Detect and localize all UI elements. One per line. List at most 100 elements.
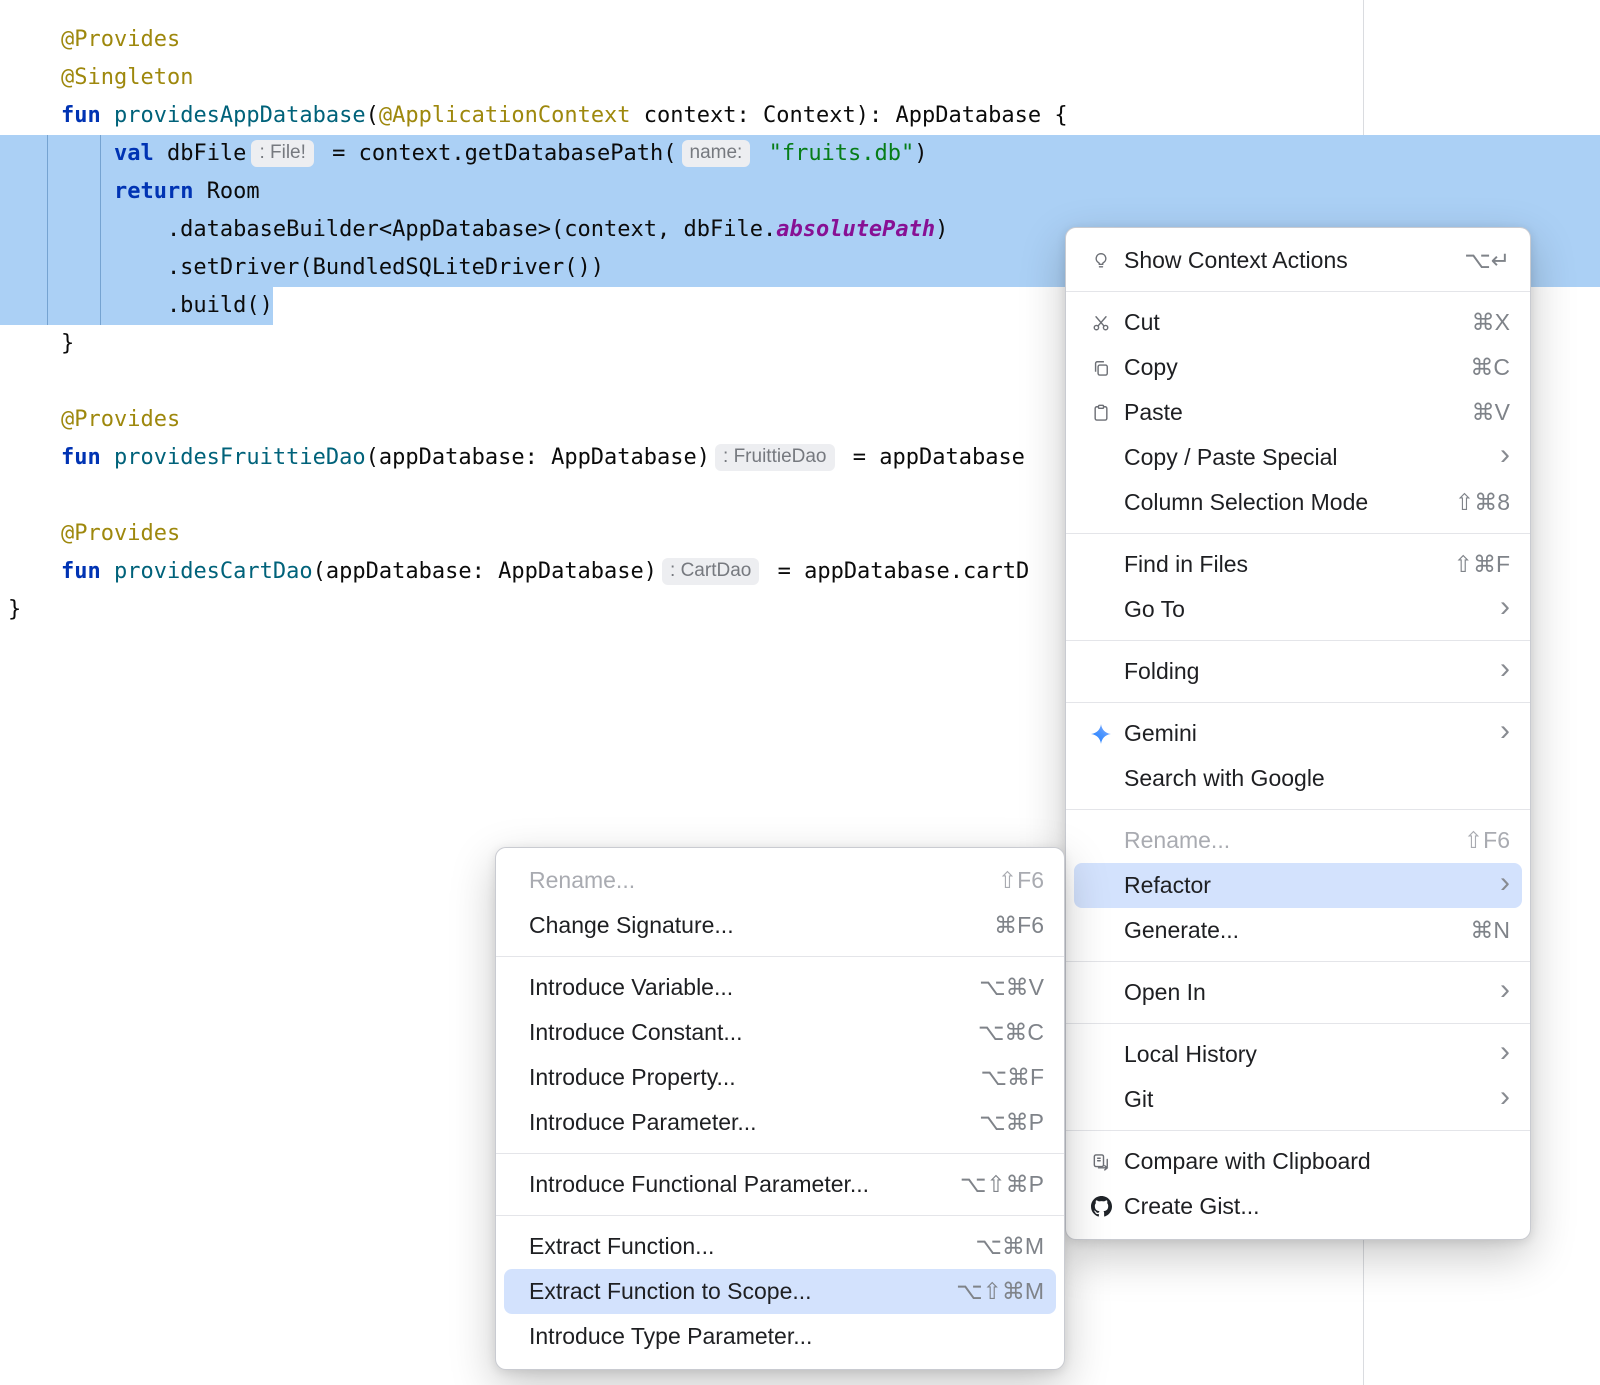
code-token: = appDatabase.cartD xyxy=(764,559,1029,584)
menu-item-paste[interactable]: Paste⌘V xyxy=(1074,390,1522,435)
menu-item-open-in[interactable]: Open In› xyxy=(1074,970,1522,1015)
code-token: ) xyxy=(935,217,948,242)
menu-item-label: Go To xyxy=(1124,596,1480,623)
code-line[interactable]: val dbFile: File! = context.getDatabaseP… xyxy=(0,135,1600,173)
icon-spacer xyxy=(1088,659,1114,685)
code-token: dbFile xyxy=(167,141,246,166)
code-line[interactable]: return Room xyxy=(0,173,1600,211)
menu-item-show-context-actions[interactable]: Show Context Actions ⌥↵ xyxy=(1074,238,1522,283)
menu-shortcut: ⇧F6 xyxy=(1464,827,1510,854)
menu-item-rename[interactable]: Rename...⇧F6 xyxy=(504,858,1056,903)
scissors-icon xyxy=(1088,310,1114,336)
menu-shortcut: ⌥⇧⌘P xyxy=(960,1171,1044,1198)
menu-shortcut: ⇧⌘8 xyxy=(1455,489,1510,516)
menu-shortcut: ⌥⌘C xyxy=(978,1019,1044,1046)
submenu-arrow-icon: › xyxy=(1500,1082,1510,1112)
submenu-arrow-icon: › xyxy=(1500,975,1510,1005)
inlay-hint-chip[interactable]: : CartDao xyxy=(662,558,759,585)
menu-item-refactor[interactable]: Refactor› xyxy=(1074,863,1522,908)
icon-spacer xyxy=(1088,980,1114,1006)
menu-item-search-with-google[interactable]: Search with Google xyxy=(1074,756,1522,801)
code-token: @Singleton xyxy=(61,65,193,90)
menu-item-folding[interactable]: Folding › xyxy=(1074,649,1522,694)
menu-item-label: Search with Google xyxy=(1124,765,1510,792)
menu-item-introduce-parameter[interactable]: Introduce Parameter... ⌥⌘P xyxy=(504,1100,1056,1145)
menu-item-label: Introduce Constant... xyxy=(529,1019,958,1046)
paste-icon xyxy=(1088,400,1114,426)
code-token xyxy=(8,27,61,52)
menu-item-local-history[interactable]: Local History› xyxy=(1074,1032,1522,1077)
code-line[interactable]: fun providesAppDatabase(@ApplicationCont… xyxy=(0,97,1600,135)
menu-item-gemini[interactable]: Gemini› xyxy=(1074,711,1522,756)
icon-spacer xyxy=(1088,490,1114,516)
menu-item-label: Rename... xyxy=(1124,827,1444,854)
code-token: @Provides xyxy=(61,521,180,546)
code-line-text: } xyxy=(8,597,21,622)
menu-item-change-signature[interactable]: Change Signature...⌘F6 xyxy=(504,903,1056,948)
menu-item-git[interactable]: Git› xyxy=(1074,1077,1522,1122)
menu-item-introduce-type-parameter[interactable]: Introduce Type Parameter... xyxy=(504,1314,1056,1359)
inlay-hint-chip[interactable]: : FruittieDao xyxy=(715,444,834,471)
menu-item-cut[interactable]: Cut ⌘X xyxy=(1074,300,1522,345)
code-line[interactable]: @Provides xyxy=(0,21,1600,59)
menu-item-label: Introduce Variable... xyxy=(529,974,959,1001)
menu-item-label: Introduce Parameter... xyxy=(529,1109,959,1136)
code-token: (appDatabase: AppDatabase) xyxy=(366,445,710,470)
menu-shortcut: ⌥⌘P xyxy=(979,1109,1044,1136)
menu-item-extract-function-to-scope[interactable]: Extract Function to Scope...⌥⇧⌘M xyxy=(504,1269,1056,1314)
menu-shortcut: ⌘N xyxy=(1470,917,1510,944)
icon-spacer xyxy=(1088,766,1114,792)
menu-item-label: Show Context Actions xyxy=(1124,247,1444,274)
code-token: ) xyxy=(914,141,927,166)
copy-icon xyxy=(1088,355,1114,381)
code-token: fun xyxy=(61,103,114,128)
code-line[interactable]: @Singleton xyxy=(0,59,1600,97)
gemini-icon xyxy=(1088,721,1114,747)
menu-divider xyxy=(1066,702,1530,703)
code-line-text: .build() xyxy=(0,287,273,325)
code-token xyxy=(755,141,768,166)
menu-item-introduce-variable[interactable]: Introduce Variable...⌥⌘V xyxy=(504,965,1056,1010)
menu-item-introduce-property[interactable]: Introduce Property...⌥⌘F xyxy=(504,1055,1056,1100)
submenu-arrow-icon: › xyxy=(1500,592,1510,622)
code-token: ( xyxy=(366,103,379,128)
menu-item-label: Column Selection Mode xyxy=(1124,489,1435,516)
menu-item-rename[interactable]: Rename... ⇧F6 xyxy=(1074,818,1522,863)
menu-item-compare-with-clipboard[interactable]: Compare with Clipboard xyxy=(1074,1139,1522,1184)
menu-item-label: Paste xyxy=(1124,399,1452,426)
icon-spacer xyxy=(1088,597,1114,623)
menu-item-column-selection-mode[interactable]: Column Selection Mode ⇧⌘8 xyxy=(1074,480,1522,525)
indent-guide xyxy=(47,135,48,325)
menu-item-label: Introduce Property... xyxy=(529,1064,960,1091)
icon-spacer xyxy=(1088,1042,1114,1068)
menu-item-find-in-files[interactable]: Find in Files⇧⌘F xyxy=(1074,542,1522,587)
menu-item-go-to[interactable]: Go To › xyxy=(1074,587,1522,632)
code-line-text: @Provides xyxy=(8,407,180,432)
menu-item-copy-paste-special[interactable]: Copy / Paste Special› xyxy=(1074,435,1522,480)
menu-item-label: Folding xyxy=(1124,658,1480,685)
menu-item-copy[interactable]: Copy⌘C xyxy=(1074,345,1522,390)
code-token: "fruits.db" xyxy=(769,141,915,166)
menu-item-generate[interactable]: Generate...⌘N xyxy=(1074,908,1522,953)
code-token xyxy=(8,445,61,470)
code-line-text: .setDriver(BundledSQLiteDriver()) xyxy=(8,255,604,280)
menu-item-introduce-constant[interactable]: Introduce Constant... ⌥⌘C xyxy=(504,1010,1056,1055)
menu-shortcut: ⌥↵ xyxy=(1464,247,1510,274)
menu-item-label: Introduce Type Parameter... xyxy=(529,1323,1044,1350)
menu-item-introduce-functional-parameter[interactable]: Introduce Functional Parameter...⌥⇧⌘P xyxy=(504,1162,1056,1207)
menu-shortcut: ⌘X xyxy=(1472,309,1510,336)
menu-divider xyxy=(1066,961,1530,962)
inlay-hint-chip[interactable]: name: xyxy=(682,140,751,167)
icon-spacer xyxy=(1088,445,1114,471)
submenu-arrow-icon: › xyxy=(1500,654,1510,684)
code-token: .setDriver(BundledSQLiteDriver()) xyxy=(8,255,604,280)
menu-item-label: Extract Function to Scope... xyxy=(529,1278,936,1305)
code-token xyxy=(8,559,61,584)
menu-item-label: Cut xyxy=(1124,309,1452,336)
menu-item-extract-function[interactable]: Extract Function...⌥⌘M xyxy=(504,1224,1056,1269)
compare-icon xyxy=(1088,1149,1114,1175)
menu-item-label: Copy xyxy=(1124,354,1450,381)
lightbulb-icon xyxy=(1088,248,1114,274)
menu-item-create-gist[interactable]: Create Gist... xyxy=(1074,1184,1522,1229)
inlay-hint-chip[interactable]: : File! xyxy=(251,140,313,167)
